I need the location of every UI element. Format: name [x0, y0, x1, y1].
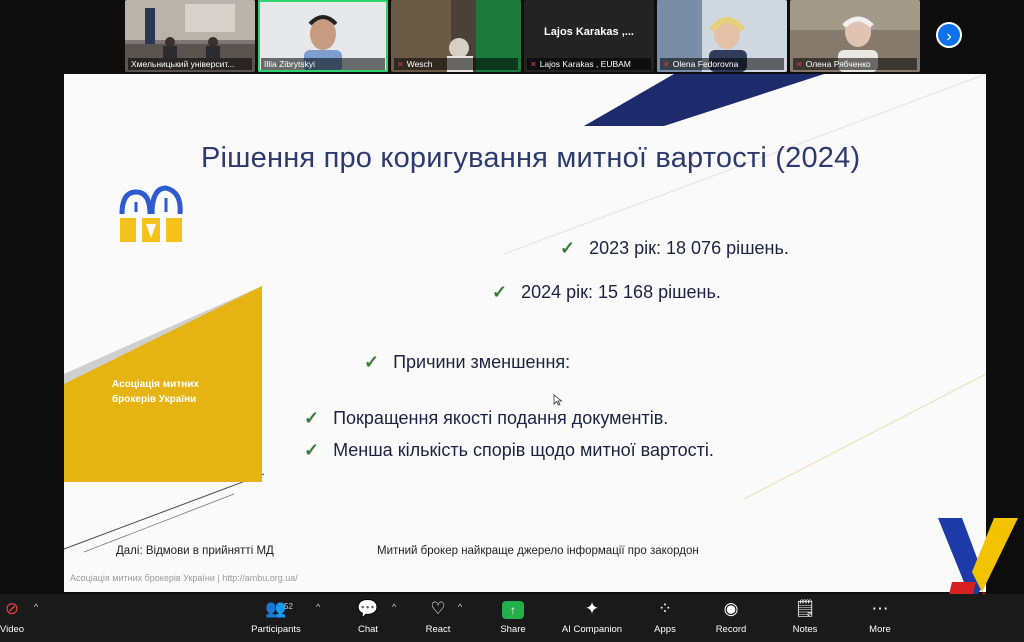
mic-muted-icon: ✕ — [796, 59, 803, 69]
slide-title: Рішення про коригування митної вартості … — [201, 142, 861, 174]
slide-bullet: ✓ Покращення якості подання документів. — [304, 408, 669, 428]
react-button[interactable]: ♡ React — [398, 598, 478, 635]
participant-name: ✕ Олена Рябченко — [793, 58, 917, 70]
participant-tile[interactable]: Хмельницький університ... — [125, 0, 255, 72]
slide-footer-slogan: Митний брокер найкраще джерело інформаці… — [377, 545, 699, 557]
mic-muted-icon: ✕ — [397, 59, 404, 69]
ai-companion-button[interactable]: ✦ AI Companion — [552, 598, 632, 635]
participant-tile[interactable]: ✕ Olena Fedorovna — [657, 0, 787, 72]
participant-tile[interactable]: ✕ Wesch — [391, 0, 521, 72]
participant-tile-active[interactable]: Illia Zibrytskyi — [258, 0, 388, 72]
slide-bullet: ✓ Причини зменшення: — [364, 352, 571, 372]
chevron-up-icon[interactable]: ^ — [392, 602, 396, 612]
check-icon: ✓ — [492, 282, 508, 302]
check-icon: ✓ — [304, 408, 320, 428]
participant-name: Хмельницький університ... — [128, 58, 252, 70]
video-off-icon: ⊘ — [4, 599, 20, 618]
more-button[interactable]: ⋯ More — [840, 598, 920, 635]
chevron-up-icon[interactable]: ^ — [34, 602, 38, 612]
slide-footer-site: Асоціація митних брокерів України | http… — [70, 573, 298, 583]
org-name: Асоціація митних брокерів України — [112, 379, 199, 405]
slide-bullet: ✓ 2024 рік: 15 168 рішень. — [492, 282, 721, 302]
participant-name: ✕ Olena Fedorovna — [660, 58, 784, 70]
sparkle-icon: ✦ — [584, 599, 600, 618]
participant-tile[interactable]: ✕ Олена Рябченко — [790, 0, 920, 72]
chevron-up-icon[interactable]: ^ — [316, 602, 320, 612]
shared-screen-slide: Рішення про коригування митної вартості … — [64, 74, 986, 592]
notes-button[interactable]: 🗒 Notes — [765, 598, 845, 635]
mouse-cursor-icon — [553, 394, 563, 406]
notes-icon: 🗒 — [794, 599, 816, 618]
share-button[interactable]: ↑ Share — [473, 598, 553, 635]
mic-muted-icon: ✕ — [663, 59, 670, 69]
participant-name: ✕ Wesch — [394, 58, 518, 70]
slide-bullet: ✓ Менша кількість спорів щодо митної варт… — [304, 440, 714, 460]
mic-muted-icon: ✕ — [530, 59, 537, 69]
check-icon: ✓ — [304, 440, 320, 460]
record-icon: ◉ — [723, 599, 739, 618]
slide-footer-next: Далі: Відмови в прийнятті МД — [116, 545, 274, 557]
participant-name-large: Lajos Karakas ,... — [544, 26, 634, 38]
chevron-right-icon[interactable]: › — [936, 22, 962, 48]
slide-bullet: ✓ 2023 рік: 18 076 рішень. — [560, 238, 789, 258]
heart-icon: ♡ — [430, 599, 446, 618]
participants-button[interactable]: 👥 52 Participants — [236, 598, 316, 635]
share-screen-icon: ↑ — [502, 601, 524, 619]
video-button[interactable]: ⊘ Video — [0, 598, 52, 635]
participant-name: ✕ Lajos Karakas , EUBAM — [527, 58, 651, 70]
participant-tile[interactable]: Lajos Karakas ,... ✕ Lajos Karakas , EUBA… — [524, 0, 654, 72]
people-icon: 👥 52 — [265, 599, 293, 618]
meeting-toolbar: ⊘ Video ^ 👥 52 Participants ^ 💬 Chat ^ ♡ … — [0, 594, 1024, 642]
participant-strip: Хмельницький університ... Illia Zibrytsk… — [125, 0, 920, 72]
chevron-up-icon[interactable]: ^ — [458, 602, 462, 612]
zoom-meeting-window: Хмельницький університ... Illia Zibrytsk… — [0, 0, 1024, 642]
check-icon: ✓ — [560, 238, 576, 258]
check-icon: ✓ — [364, 352, 380, 372]
record-button[interactable]: ◉ Record — [691, 598, 771, 635]
participant-name: Illia Zibrytskyi — [261, 58, 385, 70]
more-icon: ⋯ — [871, 599, 889, 618]
ambu-logo — [119, 185, 183, 242]
